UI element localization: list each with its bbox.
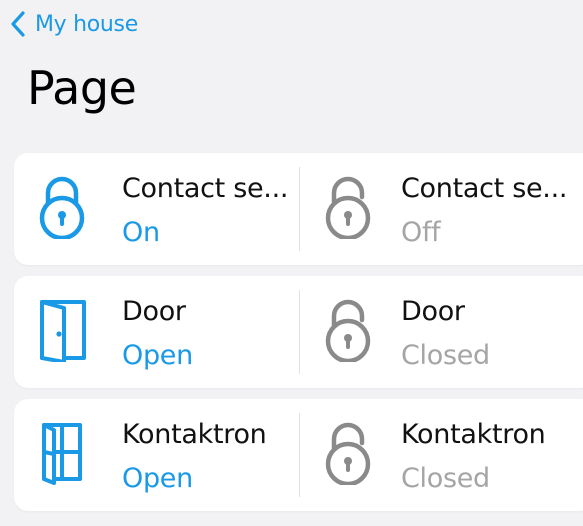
device-card: Door Open Door Closed (14, 276, 583, 388)
device-state: Open (122, 340, 193, 371)
lock-open-icon (320, 175, 376, 239)
device-name: Kontaktron (401, 419, 546, 450)
device-state: Off (401, 217, 441, 248)
device-name: Door (122, 296, 186, 327)
device-name: Contact se... (122, 173, 289, 204)
device-tile-contact-sensor-off[interactable]: Contact se... Off (300, 153, 570, 265)
device-state: On (122, 217, 160, 248)
door-open-icon (34, 298, 90, 362)
lock-closed-icon (34, 175, 90, 239)
chevron-left-icon (10, 10, 26, 38)
page-title: Page (27, 61, 137, 115)
window-open-icon (34, 421, 90, 485)
device-name: Kontaktron (122, 419, 267, 450)
back-label: My house (35, 11, 138, 37)
device-name: Contact se... (401, 173, 568, 204)
device-state: Open (122, 463, 193, 494)
lock-open-icon (320, 298, 376, 362)
lock-open-icon (320, 421, 376, 485)
page: My house Page Contact se... On Contact s… (0, 0, 583, 526)
device-tile-contact-sensor-on[interactable]: Contact se... On (14, 153, 288, 265)
device-card: Contact se... On Contact se... Off (14, 153, 583, 265)
device-name: Door (401, 296, 465, 327)
device-tile-door-open[interactable]: Door Open (14, 276, 284, 388)
back-button[interactable]: My house (10, 8, 138, 40)
device-state: Closed (401, 463, 490, 494)
device-state: Closed (401, 340, 490, 371)
device-tile-door-closed[interactable]: Door Closed (300, 276, 570, 388)
device-tile-kontaktron-closed[interactable]: Kontaktron Closed (300, 399, 570, 511)
device-tile-kontaktron-open[interactable]: Kontaktron Open (14, 399, 284, 511)
device-card: Kontaktron Open Kontaktron Closed (14, 399, 583, 511)
